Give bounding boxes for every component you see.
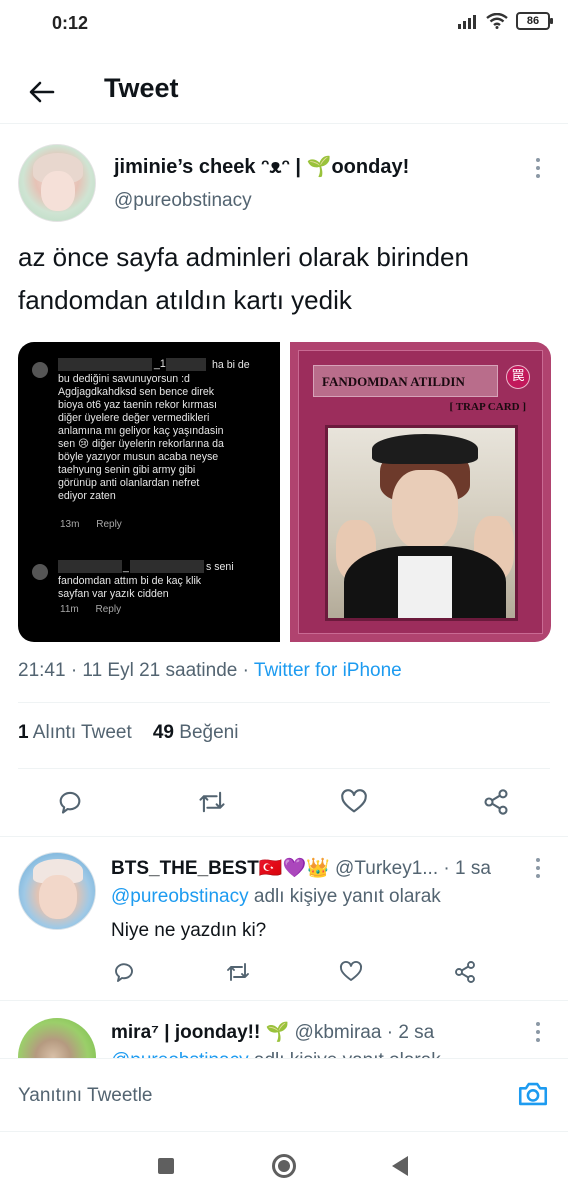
card-artwork — [325, 425, 518, 621]
reply-author: mira⁷ | joonday!! 🌱 @kbmiraa · 2 sa — [111, 1020, 434, 1044]
camera-icon — [518, 1082, 548, 1106]
reply-icon — [59, 791, 81, 814]
divider — [0, 1000, 568, 1001]
reply-author: BTS_THE_BEST🇹🇷💜👑 @Turkey1... · 1 sa — [111, 856, 491, 880]
heart-icon — [340, 960, 362, 981]
divider — [18, 702, 550, 703]
tweet-timestamp: 21:41 · 11 Eyl 21 saatinde · Twitter for… — [18, 660, 402, 682]
retweet-button[interactable] — [192, 782, 232, 822]
system-back-button[interactable] — [392, 1156, 408, 1176]
reply-compose-bar: Yanıtını Tweetle — [0, 1058, 568, 1132]
reply-text: Niye ne yazdın ki? — [111, 920, 267, 941]
redacted-username — [58, 358, 152, 371]
quote-tweets-link[interactable]: 1 Alıntı Tweet — [18, 722, 132, 743]
header: Tweet — [0, 58, 568, 124]
retweet-button[interactable] — [218, 952, 258, 992]
status-bar: 0:12 86 — [0, 0, 568, 50]
more-options-button[interactable] — [530, 156, 546, 180]
status-time: 0:12 — [52, 13, 89, 33]
recents-button[interactable] — [158, 1158, 174, 1174]
divider — [18, 768, 550, 769]
back-button[interactable] — [22, 72, 62, 112]
reply-time: · 2 sa — [381, 1022, 435, 1043]
comment-meta: 13m Reply — [60, 519, 136, 530]
battery-icon: 86 — [516, 12, 553, 30]
tweet-actions — [0, 782, 568, 822]
share-button[interactable] — [445, 952, 485, 992]
card-type: [ TRAP CARD ] — [449, 401, 527, 413]
reply-input[interactable]: Yanıtını Tweetle — [18, 1085, 153, 1107]
mention-link[interactable]: @pureobstinacy — [111, 886, 249, 907]
divider — [0, 836, 568, 837]
source-link[interactable]: Twitter for iPhone — [254, 660, 402, 681]
redacted-username — [166, 358, 206, 371]
comment-text-fragment: ha bi de — [212, 359, 250, 371]
comment-reply-link: Reply — [96, 519, 122, 530]
card-title: FANDOMDAN ATILDIN — [313, 365, 498, 397]
media-image-trap-card[interactable]: FANDOMDAN ATILDIN 罠 [ TRAP CARD ] — [290, 342, 551, 642]
heart-icon — [341, 789, 367, 813]
reply-actions — [0, 952, 568, 992]
page-title: Tweet — [104, 73, 179, 103]
share-icon — [484, 789, 508, 815]
mention-link[interactable]: @pureobstinacy — [111, 1050, 249, 1058]
redacted-username — [130, 560, 204, 573]
share-icon — [455, 961, 475, 983]
timestamp-text: 21:41 · 11 Eyl 21 saatinde · — [18, 660, 254, 681]
share-button[interactable] — [476, 782, 516, 822]
avatar[interactable] — [18, 852, 96, 930]
replying-to: @pureobstinacy adlı kişiye yanıt olarak — [111, 1050, 441, 1058]
reply-author-handle[interactable]: @Turkey1... — [330, 858, 438, 879]
comment-reply-link: Reply — [95, 604, 122, 615]
retweet-icon — [227, 963, 249, 981]
signal-icon — [458, 15, 476, 29]
reply-tweet[interactable]: BTS_THE_BEST🇹🇷💜👑 @Turkey1... · 1 sa @pur… — [0, 838, 568, 1000]
likes-link[interactable]: 49 Beğeni — [153, 722, 239, 743]
commenter-avatar — [32, 564, 48, 580]
reply-button[interactable] — [104, 952, 144, 992]
status-icons: 86 — [458, 12, 553, 30]
avatar[interactable] — [18, 144, 96, 222]
comment-text: fandomdan attım bi de kaç klik sayfan va… — [58, 575, 202, 600]
comment-time: 13m — [60, 519, 80, 530]
tweet-stats: 1 Alıntı Tweet 49 Beğeni — [18, 722, 238, 744]
wifi-icon — [486, 13, 508, 29]
arrow-left-icon — [29, 81, 55, 103]
camera-button[interactable] — [516, 1077, 550, 1111]
system-nav-bar — [0, 1132, 568, 1200]
avatar[interactable] — [18, 1018, 96, 1058]
reply-icon — [115, 963, 133, 982]
like-button[interactable] — [334, 782, 374, 822]
like-button[interactable] — [331, 952, 371, 992]
author-name[interactable]: jiminie’s cheek ᵔᴥᵔ | 🌱oonday! — [114, 154, 409, 179]
reply-author-handle[interactable]: @kbmiraa — [289, 1022, 382, 1043]
reply-author-name[interactable]: BTS_THE_BEST🇹🇷💜👑 — [111, 858, 330, 879]
comment-time: 11m — [60, 604, 79, 615]
home-button[interactable] — [272, 1154, 296, 1178]
comment-text: bu dediğini savunuyorsun :d Agdjagdkahdk… — [58, 373, 224, 502]
author-handle[interactable]: @pureobstinacy — [114, 190, 252, 212]
more-options-button[interactable] — [530, 856, 546, 880]
more-options-button[interactable] — [530, 1020, 546, 1044]
reply-button[interactable] — [50, 782, 90, 822]
replying-to: @pureobstinacy adlı kişiye yanıt olarak — [111, 886, 441, 907]
media-image-comments[interactable]: _1 ha bi de bu dediğini savunuyorsun :d … — [18, 342, 280, 642]
commenter-avatar — [32, 362, 48, 378]
trap-card: FANDOMDAN ATILDIN 罠 [ TRAP CARD ] — [298, 350, 543, 634]
tweet-media[interactable]: _1 ha bi de bu dediğini savunuyorsun :d … — [18, 342, 551, 642]
tweet-text: az önce sayfa adminleri olarak birinden … — [18, 242, 469, 315]
trap-symbol-icon: 罠 — [506, 365, 530, 389]
comment-meta: 11m Reply — [60, 604, 135, 615]
reply-tweet[interactable]: mira⁷ | joonday!! 🌱 @kbmiraa · 2 sa @pur… — [0, 1002, 568, 1058]
retweet-icon — [199, 791, 225, 813]
comment-text-fragment: s seni — [206, 561, 234, 573]
reply-time: · 1 sa — [438, 858, 491, 879]
redacted-username — [58, 560, 122, 573]
reply-author-name[interactable]: mira⁷ | joonday!! 🌱 — [111, 1022, 289, 1043]
